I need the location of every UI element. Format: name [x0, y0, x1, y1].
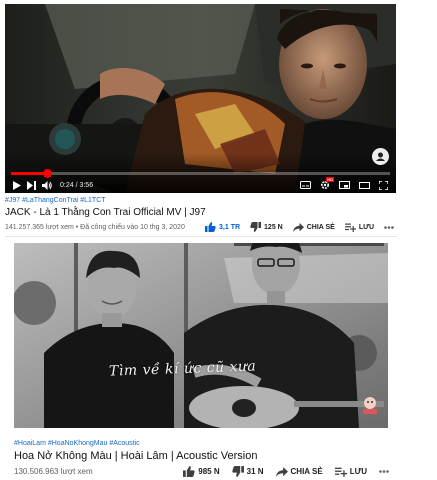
thumbs-down-icon [250, 222, 262, 232]
video1-views: 141.257.365 lượt xem • Đã công chiếu vào… [5, 223, 185, 231]
channel-watermark-icon[interactable] [372, 148, 389, 165]
miniplayer-icon[interactable] [339, 181, 350, 189]
time-display: 0:24 / 3:56 [60, 181, 94, 189]
theater-mode-icon[interactable] [359, 181, 370, 189]
more-horiz-icon [379, 470, 389, 473]
dislike-button[interactable]: 125 N [250, 222, 283, 232]
video2-meta-row: 130.506.963 lượt xem 985 N 31 N CHIA SẺ … [14, 466, 392, 477]
video2-actions: 985 N 31 N CHIA SẺ LƯU [171, 466, 392, 477]
video-frame-2 [14, 243, 388, 428]
like-button[interactable]: 985 N [183, 466, 220, 477]
dislike-count: 125 N [264, 223, 283, 231]
hd-badge: HD [326, 177, 334, 182]
share-button[interactable]: CHIA SẺ [275, 466, 323, 477]
duration: 3:56 [79, 181, 94, 189]
video-player-2[interactable]: Tìm về kí ức cũ xưa [14, 243, 388, 428]
video1-actions: 3,1 TR 125 N CHIA SẺ LƯU [195, 222, 397, 232]
video2-title: Hoa Nở Không Màu | Hoài Lâm | Acoustic V… [14, 450, 258, 462]
save-label: LƯU [358, 223, 374, 231]
more-actions-button[interactable] [379, 470, 392, 473]
share-icon [275, 466, 288, 477]
play-icon[interactable] [13, 180, 21, 190]
playlist-add-icon [334, 467, 347, 477]
thumbs-up-icon [205, 222, 216, 232]
subtitles-icon[interactable] [300, 181, 311, 189]
thumbs-down-icon [231, 466, 244, 477]
progress-bar-fill [11, 172, 48, 175]
volume-icon[interactable] [42, 180, 52, 190]
share-label: CHIA SẺ [306, 223, 335, 231]
video1-meta-row: 141.257.365 lượt xem • Đã công chiếu vào… [5, 222, 397, 232]
video2-hashtags[interactable]: #HoaiLam #HoaNoKhongMau #Acoustic [14, 440, 140, 447]
like-count: 3,1 TR [219, 223, 241, 231]
current-time: 0:24 [60, 181, 74, 189]
settings-icon[interactable]: HD [320, 177, 334, 190]
dislike-button[interactable]: 31 N [231, 466, 264, 477]
more-horiz-icon [384, 225, 394, 229]
video-player-1[interactable]: 0:24 / 3:56 HD [5, 4, 396, 193]
channel-watermark-icon[interactable] [361, 395, 379, 415]
progress-bar[interactable] [11, 169, 390, 178]
divider [5, 236, 397, 237]
fullscreen-icon[interactable] [379, 180, 388, 190]
save-button[interactable]: LƯU [334, 467, 367, 477]
thumbs-up-icon [183, 466, 195, 477]
save-button[interactable]: LƯU [344, 223, 374, 232]
video1-hashtags[interactable]: #J97 #LaThangConTrai #L1TCT [5, 197, 106, 204]
share-label: CHIA SẺ [290, 467, 323, 476]
more-actions-button[interactable] [384, 225, 397, 229]
playlist-add-icon [344, 223, 356, 232]
like-button[interactable]: 3,1 TR [205, 222, 240, 232]
share-button[interactable]: CHIA SẺ [292, 222, 335, 232]
save-label: LƯU [349, 467, 367, 476]
player-controls: 0:24 / 3:56 HD [13, 177, 388, 192]
share-icon [292, 222, 304, 232]
video2-views: 130.506.963 lượt xem [14, 467, 93, 476]
dislike-count: 31 N [246, 467, 264, 476]
video1-title: JACK - Là 1 Thằng Con Trai Official MV |… [5, 207, 206, 218]
next-icon[interactable] [27, 180, 36, 190]
like-count: 985 N [198, 467, 220, 476]
